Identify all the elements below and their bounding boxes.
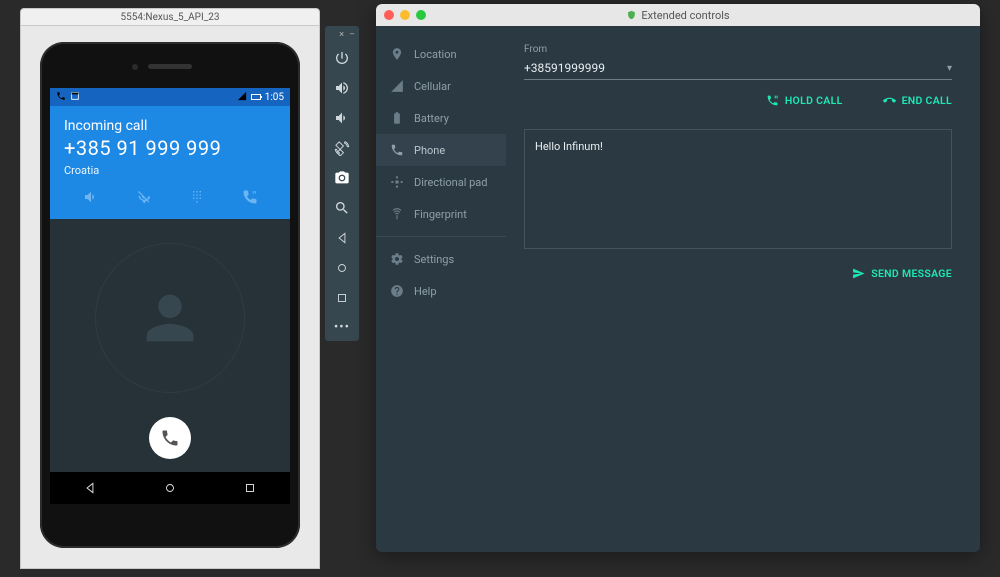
window-close-button[interactable]: [384, 10, 394, 20]
home-button-toolbar[interactable]: [328, 254, 356, 282]
extended-window-title: Extended controls: [626, 9, 729, 22]
front-camera: [132, 64, 138, 70]
sidebar-item-label: Cellular: [414, 80, 451, 93]
from-field-row: ▾: [524, 61, 952, 80]
power-button[interactable]: [328, 44, 356, 72]
sidebar-item-fingerprint[interactable]: Fingerprint: [376, 198, 506, 230]
sms-message-input[interactable]: [524, 129, 952, 249]
hold-call-button[interactable]: HOLD CALL: [766, 94, 843, 107]
rotate-button[interactable]: [328, 134, 356, 162]
back-button-toolbar[interactable]: [328, 224, 356, 252]
speaker-icon[interactable]: [81, 187, 101, 207]
phone-panel: From ▾ HOLD CALL END CALL SEND: [506, 26, 980, 552]
window-minimize-button[interactable]: [400, 10, 410, 20]
volume-up-button[interactable]: [328, 74, 356, 102]
emulator-titlebar: 5554:Nexus_5_API_23: [20, 8, 320, 26]
phone-icon: [56, 91, 66, 104]
contact-avatar-placeholder: [95, 243, 245, 393]
window-maximize-button[interactable]: [416, 10, 426, 20]
statusbar-time: 1:05: [265, 92, 284, 103]
from-input[interactable]: [524, 61, 947, 75]
overview-button-toolbar[interactable]: [328, 284, 356, 312]
sidebar-item-help[interactable]: Help: [376, 275, 506, 307]
signal-icon: [237, 91, 247, 104]
android-statusbar: 1:05: [50, 88, 290, 106]
incoming-call-number: +385 91 999 999: [64, 136, 276, 160]
sidebar-item-label: Battery: [414, 112, 449, 125]
sidebar-item-label: Phone: [414, 144, 445, 157]
overview-button[interactable]: [243, 481, 257, 495]
incoming-call-actions: [64, 177, 276, 209]
sidebar-item-label: Settings: [414, 253, 454, 266]
volume-down-button[interactable]: [328, 104, 356, 132]
home-button[interactable]: [163, 481, 177, 495]
sidebar-divider: [376, 236, 506, 237]
sidebar-item-label: Directional pad: [414, 176, 487, 189]
sidebar-item-battery[interactable]: Battery: [376, 102, 506, 134]
incoming-call-country: Croatia: [64, 164, 276, 177]
back-button[interactable]: [83, 481, 97, 495]
card-icon: [70, 91, 80, 104]
zoom-button[interactable]: [328, 194, 356, 222]
toolbar-titlebar: × –: [325, 30, 359, 42]
screenshot-button[interactable]: [328, 164, 356, 192]
emulator-window: 5554:Nexus_5_API_23: [20, 8, 320, 569]
more-button[interactable]: •••: [334, 314, 350, 337]
call-body: [50, 219, 290, 479]
answer-call-button[interactable]: [149, 417, 191, 459]
sidebar-item-label: Help: [414, 285, 437, 298]
mute-icon[interactable]: [134, 187, 154, 207]
earpiece: [148, 64, 192, 69]
sidebar-item-phone[interactable]: Phone: [376, 134, 506, 166]
hold-icon[interactable]: [240, 187, 260, 207]
traffic-lights: [376, 10, 426, 20]
dialpad-icon[interactable]: [187, 187, 207, 207]
android-nav-bar: [50, 472, 290, 504]
extended-controls-window: Extended controls Location Cellular Batt…: [376, 4, 980, 552]
sidebar-item-cellular[interactable]: Cellular: [376, 70, 506, 102]
send-message-label: SEND MESSAGE: [871, 267, 952, 280]
sidebar-item-dpad[interactable]: Directional pad: [376, 166, 506, 198]
emulator-body: 1:05 Incoming call +385 91 999 999 Croat…: [20, 26, 320, 569]
end-call-button[interactable]: END CALL: [883, 94, 952, 107]
end-call-label: END CALL: [902, 94, 952, 107]
chevron-down-icon[interactable]: ▾: [947, 63, 952, 74]
incoming-call-header: Incoming call +385 91 999 999 Croatia: [50, 106, 290, 219]
sidebar-item-location[interactable]: Location: [376, 38, 506, 70]
extended-titlebar: Extended controls: [376, 4, 980, 26]
incoming-call-title: Incoming call: [64, 118, 276, 134]
sidebar-item-label: Location: [414, 48, 457, 61]
phone-device-frame: 1:05 Incoming call +385 91 999 999 Croat…: [40, 42, 300, 548]
send-message-button[interactable]: SEND MESSAGE: [852, 267, 952, 280]
sidebar-item-label: Fingerprint: [414, 208, 467, 221]
hold-call-label: HOLD CALL: [785, 94, 843, 107]
sidebar-item-settings[interactable]: Settings: [376, 243, 506, 275]
battery-icon: [251, 94, 261, 100]
extended-sidebar: Location Cellular Battery Phone Directio…: [376, 26, 506, 552]
minimize-icon[interactable]: –: [349, 31, 355, 40]
emulator-toolbar: × – •••: [325, 26, 359, 341]
from-label: From: [524, 44, 952, 55]
phone-screen[interactable]: 1:05 Incoming call +385 91 999 999 Croat…: [50, 88, 290, 504]
close-icon[interactable]: ×: [339, 31, 344, 40]
